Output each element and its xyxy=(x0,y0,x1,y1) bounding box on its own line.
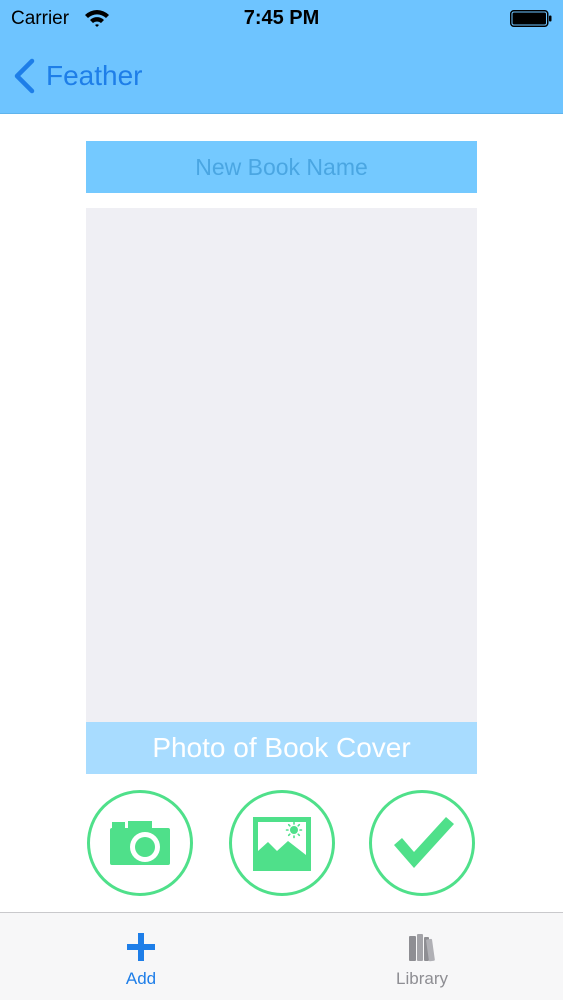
chevron-left-icon xyxy=(14,58,35,94)
back-button[interactable]: Feather xyxy=(12,54,143,98)
take-photo-button[interactable] xyxy=(87,790,193,896)
confirm-button[interactable] xyxy=(369,790,475,896)
camera-icon xyxy=(110,821,170,865)
tab-add-label: Add xyxy=(125,969,157,988)
navigation-bar: Feather xyxy=(0,38,563,114)
tab-bar: Add Library xyxy=(0,912,563,1000)
clock: 7:45 PM xyxy=(243,7,320,29)
books-icon xyxy=(409,934,435,962)
plus-icon xyxy=(127,933,155,961)
battery-icon xyxy=(510,10,552,27)
tab-library[interactable]: Library xyxy=(352,913,492,1000)
book-name-input[interactable] xyxy=(86,141,477,193)
status-bar: Carrier 7:45 PM xyxy=(0,0,563,38)
image-icon xyxy=(253,817,311,871)
choose-photo-button[interactable] xyxy=(229,790,335,896)
tab-add[interactable]: Add xyxy=(71,913,211,1000)
book-cover-photo-area[interactable]: Photo of Book Cover xyxy=(86,208,477,774)
back-button-label: Feather xyxy=(46,60,143,91)
tab-library-label: Library xyxy=(396,969,448,988)
cover-caption: Photo of Book Cover xyxy=(86,722,477,774)
checkmark-icon xyxy=(394,817,454,868)
